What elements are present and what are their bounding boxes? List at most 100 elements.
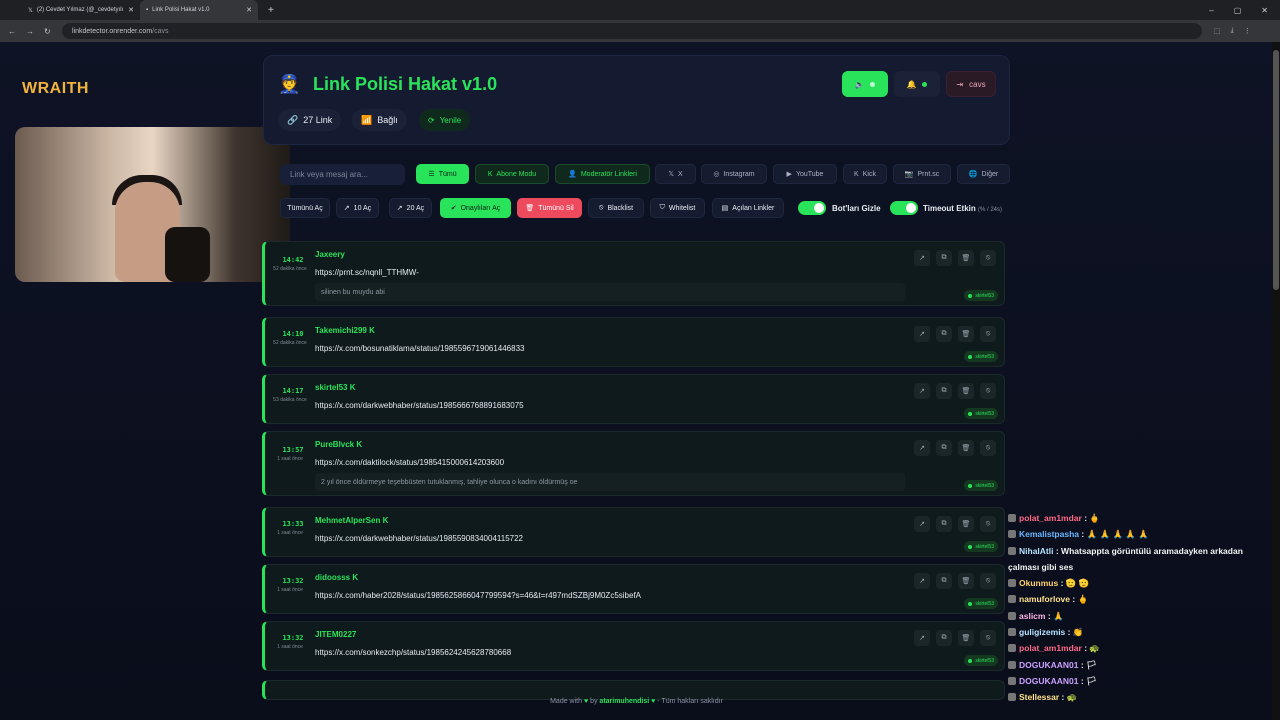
moderator-badge: skirtel53 xyxy=(964,655,998,666)
whitelist-button[interactable]: ⛉ Whitelist xyxy=(650,198,705,218)
filter-youtube[interactable]: ▶ YouTube xyxy=(773,164,837,184)
filter-all[interactable]: ☰ Tümü xyxy=(416,164,469,184)
filter-kick[interactable]: K Kick xyxy=(843,164,887,184)
connection-status-pill: 📶 Bağlı xyxy=(352,109,407,131)
chat-username: namuforlove xyxy=(1019,594,1071,605)
trash-icon[interactable]: 🗑 xyxy=(958,250,974,266)
moderator-badge: skirtel53 xyxy=(964,541,998,552)
ban-icon[interactable]: ⦸ xyxy=(980,516,996,532)
kick-icon: K xyxy=(487,170,493,178)
page-title: Link Polisi Hakat v1.0 xyxy=(313,74,498,94)
new-tab-button[interactable]: + xyxy=(268,5,274,16)
hide-bots-toggle[interactable] xyxy=(798,201,826,215)
trash-icon[interactable]: 🗑 xyxy=(958,383,974,399)
page-scrollbar[interactable] xyxy=(1272,42,1280,720)
copy-icon[interactable]: ⧉ xyxy=(936,250,952,266)
link-username[interactable]: JITEM0227 xyxy=(315,630,356,639)
link-username[interactable]: PureBlvck K xyxy=(315,440,362,449)
link-username[interactable]: MehmetAlperSen K xyxy=(315,516,388,525)
url-host: linkdetector.onrender.com xyxy=(72,27,153,35)
trash-icon[interactable]: 🗑 xyxy=(958,326,974,342)
copy-icon[interactable]: ⧉ xyxy=(936,573,952,589)
back-icon[interactable]: ← xyxy=(8,27,16,36)
copy-icon[interactable]: ⧉ xyxy=(936,630,952,646)
open-link-icon[interactable]: ↗ xyxy=(914,573,930,589)
link-username[interactable]: skirtel53 K xyxy=(315,383,355,392)
refresh-button[interactable]: ⟳ Yenile xyxy=(419,109,471,131)
copy-icon[interactable]: ⧉ xyxy=(936,440,952,456)
close-tab-icon[interactable]: ✕ xyxy=(128,6,134,14)
open-approved-button[interactable]: ✔ Onaylıları Aç xyxy=(440,198,511,218)
moderator-badge: skirtel53 xyxy=(964,290,998,301)
chat-text: : 🙏 🙏 🙏 🙏 🙏 xyxy=(1081,529,1149,540)
trash-icon[interactable]: 🗑 xyxy=(958,440,974,456)
notification-toggle-button[interactable]: 🔔 xyxy=(894,71,940,97)
link-url[interactable]: https://x.com/darkwebhaber/status/198559… xyxy=(315,534,523,543)
open-link-icon[interactable]: ↗ xyxy=(914,630,930,646)
link-username[interactable]: didoosss K xyxy=(315,573,358,582)
ban-icon[interactable]: ⦸ xyxy=(980,440,996,456)
heart-icon: ♥ xyxy=(651,698,656,705)
link-url[interactable]: https://x.com/bosunatiklama/status/19855… xyxy=(315,344,524,353)
close-tab-icon[interactable]: ✕ xyxy=(246,6,252,14)
open-all-button[interactable]: Tümünü Aç xyxy=(280,198,330,218)
link-url[interactable]: https://prnt.sc/nqnll_TTHMW- xyxy=(315,268,419,277)
timeout-toggle[interactable] xyxy=(890,201,918,215)
open-link-icon[interactable]: ↗ xyxy=(914,326,930,342)
link-url[interactable]: https://x.com/haber2028/status/198562586… xyxy=(315,591,641,600)
ban-icon[interactable]: ⦸ xyxy=(980,383,996,399)
chat-message: aslicm : 🙏 xyxy=(1008,608,1268,624)
open-link-icon[interactable]: ↗ xyxy=(914,440,930,456)
open-link-icon[interactable]: ↗ xyxy=(914,250,930,266)
filter-x[interactable]: 𝕏X xyxy=(655,164,696,184)
open-20-button[interactable]: ↗ 20 Aç xyxy=(389,198,432,218)
copy-icon[interactable]: ⧉ xyxy=(936,383,952,399)
open-10-button[interactable]: ↗ 10 Aç xyxy=(336,198,379,218)
search-input[interactable]: Link veya mesaj ara... xyxy=(280,164,405,185)
close-window-icon[interactable]: ✕ xyxy=(1261,6,1268,15)
filter-subscriber[interactable]: K Abone Modu xyxy=(475,164,549,184)
delete-all-button[interactable]: 🗑 Tümünü Sil xyxy=(517,198,582,218)
filter-other[interactable]: 🌐 Diğer xyxy=(957,164,1010,184)
refresh-icon: ⟳ xyxy=(428,115,435,125)
address-bar-row: ← → ↻ linkdetector.onrender.com/cavs ⬚ ⤓… xyxy=(0,20,1280,42)
filter-moderator[interactable]: 👤 Moderatör Linkleri xyxy=(555,164,650,184)
filter-instagram[interactable]: ◎ Instagram xyxy=(701,164,767,184)
link-url[interactable]: https://x.com/darkwebhaber/status/198566… xyxy=(315,401,524,410)
trash-icon[interactable]: 🗑 xyxy=(958,630,974,646)
sound-toggle-button[interactable]: 🔈 xyxy=(842,71,888,97)
trash-icon[interactable]: 🗑 xyxy=(958,573,974,589)
link-card xyxy=(262,680,1005,700)
open-link-icon[interactable]: ↗ xyxy=(914,516,930,532)
extensions-icon[interactable]: ⬚ xyxy=(1214,27,1221,35)
minimize-icon[interactable]: – xyxy=(1209,6,1213,15)
link-url[interactable]: https://x.com/sonkezchp/status/198562424… xyxy=(315,648,511,657)
link-username[interactable]: Takemichi299 K xyxy=(315,326,375,335)
ban-icon[interactable]: ⦸ xyxy=(980,250,996,266)
browser-tab-1[interactable]: 𝕏 (2) Cevdet Yılmaz (@_cevdetyılı ✕ xyxy=(22,0,140,20)
logout-button[interactable]: ⇥ cavs xyxy=(946,71,996,97)
ban-icon: ⦸ xyxy=(598,204,604,211)
filter-prntsc[interactable]: 📷 Prnt.sc xyxy=(893,164,951,184)
ban-icon[interactable]: ⦸ xyxy=(980,573,996,589)
menu-icon[interactable]: ⋮ xyxy=(1244,27,1251,35)
trash-icon[interactable]: 🗑 xyxy=(958,516,974,532)
reload-icon[interactable]: ↻ xyxy=(44,27,51,36)
download-icon[interactable]: ⤓ xyxy=(1231,27,1234,35)
copy-icon[interactable]: ⧉ xyxy=(936,516,952,532)
url-field[interactable]: linkdetector.onrender.com/cavs xyxy=(62,23,1202,39)
ban-icon[interactable]: ⦸ xyxy=(980,630,996,646)
maximize-icon[interactable]: ▢ xyxy=(1234,6,1242,15)
moderator-badge: skirtel53 xyxy=(964,480,998,491)
blacklist-button[interactable]: ⦸ Blacklist xyxy=(588,198,644,218)
opened-links-button[interactable]: ▤ Açılan Linkler xyxy=(712,198,784,218)
link-url[interactable]: https://x.com/daktilock/status/198541500… xyxy=(315,458,504,467)
user-badge-icon xyxy=(1008,530,1016,539)
logout-icon: ⇥ xyxy=(956,79,964,89)
copy-icon[interactable]: ⧉ xyxy=(936,326,952,342)
ban-icon[interactable]: ⦸ xyxy=(980,326,996,342)
forward-icon[interactable]: → xyxy=(26,27,34,36)
link-username[interactable]: Jaxeery xyxy=(315,250,345,259)
browser-tab-2[interactable]: ▪ Link Polisi Hakat v1.0 ✕ xyxy=(140,0,258,20)
open-link-icon[interactable]: ↗ xyxy=(914,383,930,399)
